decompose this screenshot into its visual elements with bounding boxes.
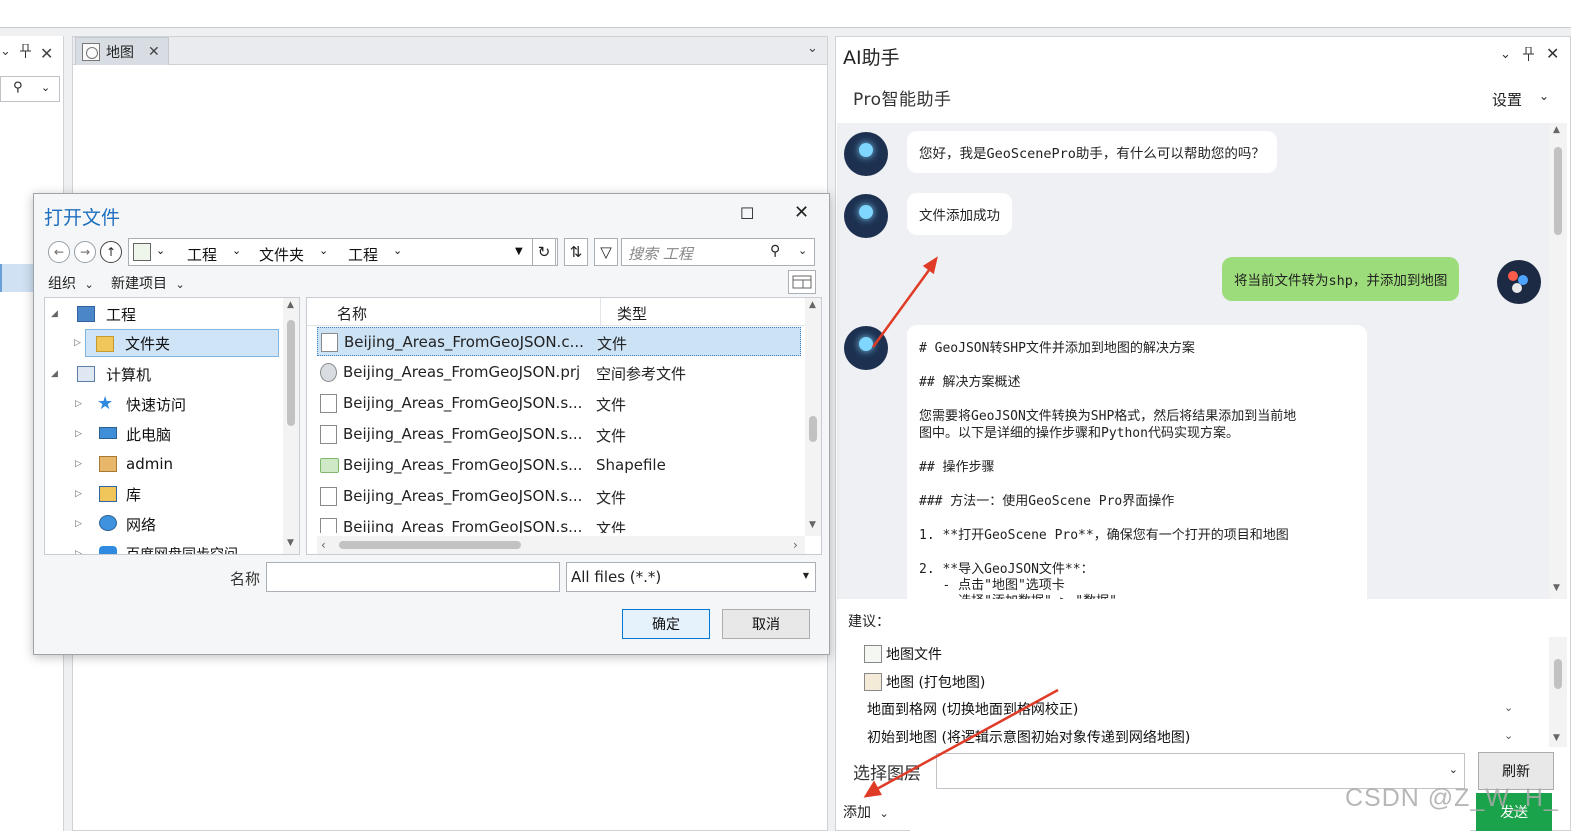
annotation-arrows	[863, 256, 1059, 798]
arrowhead	[922, 256, 938, 275]
annotation-arrow-down	[874, 688, 1059, 792]
annotation-arrow-up	[871, 265, 934, 348]
watermark: CSDN @Z_W_H_	[1345, 784, 1559, 812]
arrowhead	[863, 780, 882, 798]
